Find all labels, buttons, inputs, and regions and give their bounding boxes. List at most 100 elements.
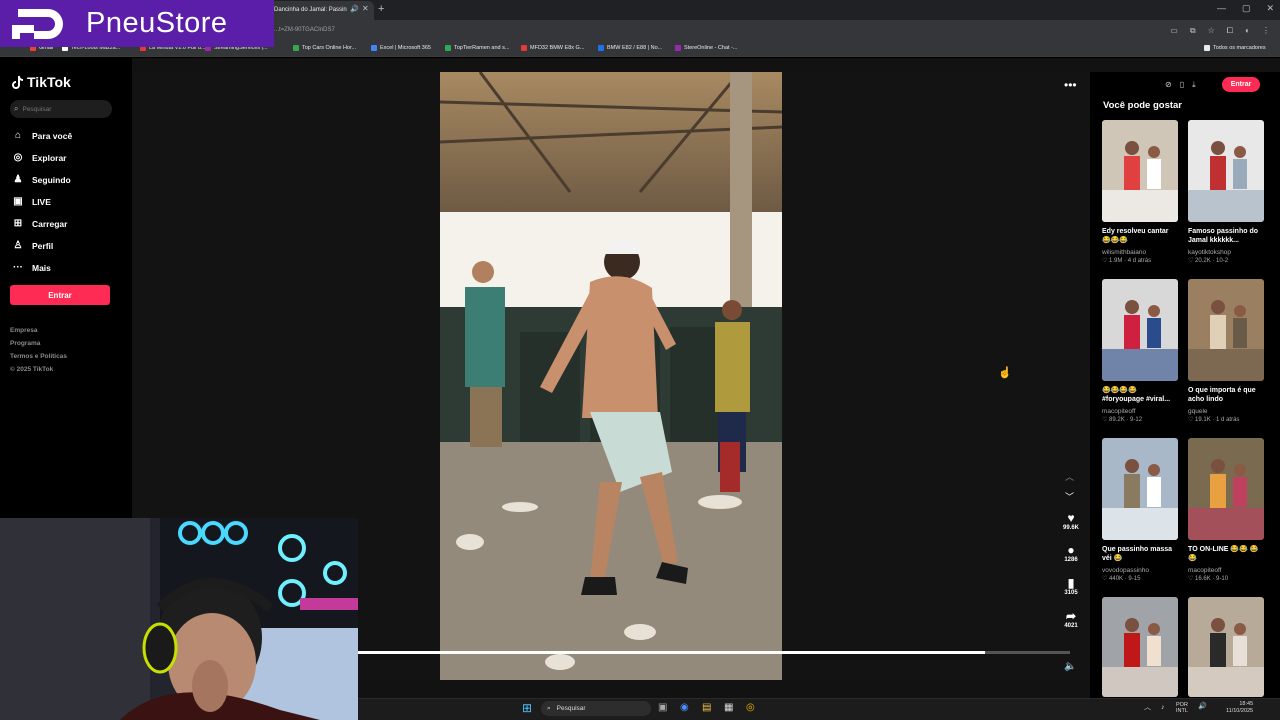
language-indicator[interactable]: POR INTL bbox=[1176, 702, 1188, 714]
clock[interactable]: 18:45 11/10/2025 bbox=[1226, 701, 1253, 715]
extensions-icon[interactable]: ⧠ bbox=[1227, 26, 1233, 36]
recommended-video-card[interactable]: 😂😂😂😂 #foryoupage #viral... macopiteoff ♡ 8… bbox=[1102, 279, 1178, 423]
video-player[interactable] bbox=[440, 72, 782, 680]
address-bar-icons: ▭ ⧉ ☆ ⧠ ◐ ⋮ bbox=[1170, 26, 1270, 36]
windows-start-icon[interactable]: ⊞ bbox=[522, 701, 532, 715]
recommended-video-card[interactable] bbox=[1188, 597, 1264, 697]
status-icons: 🔊 bbox=[1198, 702, 1207, 710]
task-view-icon[interactable]: ▣ bbox=[658, 702, 667, 713]
minimize-icon[interactable]: — bbox=[1217, 3, 1226, 14]
card-title[interactable]: 😂😂😂😂 #foryoupage #viral... bbox=[1102, 386, 1178, 406]
like-button[interactable]: ♥ 99.6K bbox=[1058, 511, 1084, 531]
sidebar-item-carregar[interactable]: ⊞ Carregar bbox=[12, 218, 68, 229]
chevron-up-icon[interactable]: ︿ bbox=[1144, 702, 1151, 712]
new-tab-icon[interactable]: + bbox=[378, 3, 384, 15]
volume-icon[interactable]: 🔈 bbox=[1064, 661, 1076, 672]
card-title[interactable]: Edy resolveu cantar 😂😂😂 bbox=[1102, 227, 1178, 247]
search-box[interactable]: ⌕ bbox=[10, 100, 112, 118]
footer-link[interactable]: Empresa bbox=[10, 327, 37, 334]
phone-icon[interactable]: ▯ bbox=[1180, 80, 1184, 90]
share-count: 4021 bbox=[1064, 623, 1078, 629]
bookmark-item[interactable]: Excel | Microsoft 365 bbox=[371, 45, 431, 51]
translate-icon[interactable]: ⧉ bbox=[1190, 26, 1196, 36]
card-meta: ♡ 20.2K · 10-2 bbox=[1188, 258, 1229, 264]
profile-icon[interactable]: ◐ bbox=[1245, 26, 1250, 36]
card-author[interactable]: macopiteoff bbox=[1188, 567, 1264, 574]
taskbar-search[interactable]: ⌕ Pesquisar bbox=[541, 701, 651, 716]
store-icon[interactable]: ▦ bbox=[724, 702, 733, 713]
card-author[interactable]: kayotiktokshop bbox=[1188, 249, 1264, 256]
sidebar-item-live[interactable]: ▣ LIVE bbox=[12, 196, 51, 207]
download-icon[interactable]: ⤓ bbox=[1192, 80, 1196, 90]
video-thumbnail[interactable] bbox=[1188, 120, 1264, 222]
card-author[interactable]: wilismithbaiano bbox=[1102, 249, 1178, 256]
copilot-icon[interactable]: ◉ bbox=[680, 702, 689, 713]
recommended-video-card[interactable]: Edy resolveu cantar 😂😂😂 wilismithbaiano ♡ … bbox=[1102, 120, 1178, 264]
recommended-video-card[interactable] bbox=[1102, 597, 1178, 697]
sidebar-item-explorar[interactable]: ◎ Explorar bbox=[12, 152, 67, 163]
recommended-video-card[interactable]: Que passinho massa véi 😂 vovodopassinho ♡ … bbox=[1102, 438, 1178, 582]
tiktok-note-icon bbox=[12, 75, 23, 89]
card-author[interactable]: vovodopassinho bbox=[1102, 567, 1178, 574]
video-thumbnail[interactable] bbox=[1102, 438, 1178, 540]
chrome-icon[interactable]: ◎ bbox=[746, 702, 755, 713]
card-title[interactable]: Que passinho massa véi 😂 bbox=[1102, 545, 1178, 565]
video-thumbnail[interactable] bbox=[1188, 438, 1264, 540]
star-icon[interactable]: ☆ bbox=[1208, 26, 1215, 36]
video-thumbnail[interactable] bbox=[1102, 120, 1178, 222]
menu-icon[interactable]: ⋮ bbox=[1262, 26, 1270, 36]
search-input[interactable] bbox=[22, 105, 103, 113]
video-thumbnail[interactable] bbox=[1188, 279, 1264, 381]
footer-link[interactable]: Termos e Políticas bbox=[10, 353, 67, 360]
maximize-icon[interactable]: ▢ bbox=[1242, 3, 1251, 14]
tab-close-icon[interactable]: ✕ bbox=[362, 4, 369, 13]
card-author[interactable]: macopiteoff bbox=[1102, 408, 1178, 415]
save-button[interactable]: ▮ 3105 bbox=[1058, 576, 1084, 596]
tab-audio-icon[interactable]: 🔊 bbox=[350, 5, 359, 13]
bookmark-item[interactable]: Top Cars Online Hor... bbox=[293, 45, 356, 51]
sidebar-item-seguindo[interactable]: ♟ Seguindo bbox=[12, 174, 71, 185]
video-thumbnail[interactable] bbox=[1102, 279, 1178, 381]
video-thumbnail[interactable] bbox=[1102, 597, 1178, 697]
tiktok-logo[interactable]: TikTok bbox=[12, 74, 71, 90]
footer-link[interactable]: Programa bbox=[10, 340, 40, 347]
install-icon[interactable]: ▭ bbox=[1170, 26, 1178, 36]
all-bookmarks[interactable]: Todos os marcadores bbox=[1204, 45, 1266, 51]
recommended-video-card[interactable]: O que importa é que acho lindo gquele ♡ 19… bbox=[1188, 279, 1264, 423]
card-title[interactable]: Famoso passinho do Jamal kkkkkk... bbox=[1188, 227, 1264, 247]
bookmark-item[interactable]: BMW E82 / E88 | No... bbox=[598, 45, 662, 51]
file-explorer-icon[interactable]: ▤ bbox=[702, 702, 711, 713]
previous-video-icon[interactable]: ︿ bbox=[1065, 470, 1074, 483]
bookmark-item[interactable]: TopTierRamen and s... bbox=[445, 45, 509, 51]
video-thumbnail[interactable] bbox=[1188, 597, 1264, 697]
recommended-video-card[interactable]: TÔ ON-LINE 😂😂 😂😂 macopiteoff ♡ 16.6K · 9-1… bbox=[1188, 438, 1264, 582]
card-meta: ♡ 1.9M · 4 d atrás bbox=[1102, 258, 1152, 264]
close-window-icon[interactable]: ✕ bbox=[1266, 3, 1274, 14]
login-button[interactable]: Entrar bbox=[10, 285, 110, 305]
coin-icon[interactable]: ⊘ bbox=[1165, 80, 1172, 90]
microphone-icon[interactable]: ♪ bbox=[1161, 704, 1165, 711]
comment-button[interactable]: ● 1286 bbox=[1058, 543, 1084, 563]
sidebar-item-para-você[interactable]: ⌂ Para você bbox=[12, 130, 72, 141]
pneustore-banner: PneuStore bbox=[0, 0, 274, 47]
sidebar-item-mais[interactable]: ··· Mais bbox=[12, 262, 51, 273]
bookmark-item[interactable]: MFD32 BMW E8x G... bbox=[521, 45, 584, 51]
card-title[interactable]: TÔ ON-LINE 😂😂 😂😂 bbox=[1188, 545, 1264, 565]
recommended-video-card[interactable]: Famoso passinho do Jamal kkkkkk... kayoti… bbox=[1188, 120, 1264, 264]
url-field[interactable]: ...t=ZM-90TGACInDS7 bbox=[274, 27, 335, 33]
card-author[interactable]: gquele bbox=[1188, 408, 1264, 415]
sidebar-item-perfil[interactable]: ♙ Perfil bbox=[12, 240, 54, 251]
upload-icon: ⊞ bbox=[13, 218, 23, 229]
home-icon: ⌂ bbox=[14, 130, 22, 141]
login-button-top[interactable]: Entrar bbox=[1222, 77, 1260, 92]
search-icon: ⌕ bbox=[14, 104, 19, 113]
card-title[interactable]: O que importa é que acho lindo bbox=[1188, 386, 1264, 406]
sidebar-item-label: Para você bbox=[32, 130, 73, 141]
speaker-icon[interactable]: 🔊 bbox=[1198, 702, 1207, 710]
share-icon: ➦ bbox=[1065, 609, 1077, 623]
next-video-icon[interactable]: ﹀ bbox=[1065, 490, 1074, 503]
bookmark-item[interactable]: StereOnline - Chat -... bbox=[675, 45, 738, 51]
share-button[interactable]: ➦ 4021 bbox=[1058, 609, 1084, 629]
more-options-icon[interactable]: ••• bbox=[1064, 78, 1077, 92]
folder-icon bbox=[1204, 45, 1210, 51]
